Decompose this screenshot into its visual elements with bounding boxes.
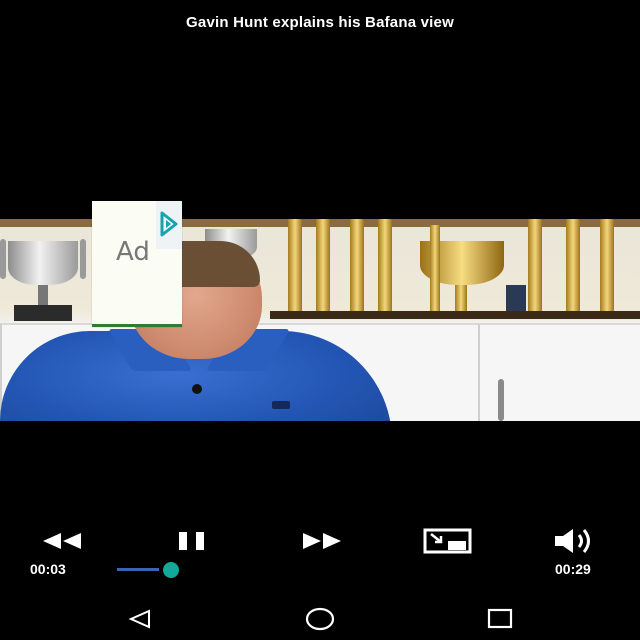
trophy-image (8, 241, 78, 285)
home-icon (305, 607, 335, 631)
rewind-icon (43, 533, 81, 549)
shirt-logo (272, 401, 290, 409)
duration-time: 00:29 (555, 561, 591, 577)
trophy-stem (38, 285, 48, 305)
ad-overlay[interactable]: Ad (92, 201, 182, 327)
gold-trophy (316, 219, 330, 311)
volume-icon (555, 529, 590, 553)
picture-in-picture-icon (423, 528, 472, 554)
fast-forward-icon (303, 533, 341, 549)
pause-icon (179, 532, 204, 550)
gold-trophy (528, 219, 542, 311)
lapel-microphone (192, 384, 202, 394)
ad-choices-icon (160, 211, 178, 237)
trophy-base (14, 305, 72, 321)
gold-trophy (288, 219, 302, 311)
seek-bar-fill (117, 568, 159, 571)
back-icon (128, 609, 150, 629)
ad-choices-button[interactable] (156, 201, 182, 249)
trophy-base (506, 285, 526, 311)
gold-trophy (566, 219, 580, 311)
ad-stripe (92, 324, 182, 327)
seek-bar[interactable] (117, 562, 179, 578)
gold-trophy (350, 219, 364, 311)
nav-home-button[interactable] (305, 606, 335, 632)
gold-trophy (600, 219, 614, 311)
volume-button[interactable] (553, 527, 599, 555)
nav-back-button[interactable] (127, 608, 153, 630)
picture-in-picture-button[interactable] (423, 528, 473, 554)
rewind-button[interactable] (40, 530, 84, 552)
cabinet-handle (498, 379, 504, 421)
trophy-shelf (270, 311, 640, 319)
video-title: Gavin Hunt explains his Bafana view (186, 14, 454, 31)
current-time: 00:03 (30, 561, 66, 577)
ad-label: Ad (116, 237, 150, 267)
gold-trophy (430, 225, 440, 311)
nav-recents-button[interactable] (486, 607, 514, 631)
seek-bar-thumb[interactable] (163, 562, 179, 578)
trophy-handle (80, 239, 86, 279)
fast-forward-button[interactable] (300, 530, 344, 552)
pause-button[interactable] (176, 530, 208, 552)
gold-trophy (378, 219, 392, 311)
recents-icon (487, 608, 513, 629)
gold-trophy (455, 285, 467, 311)
video-player-screen: Gavin Hunt explains his Bafana view Ad 0… (0, 0, 640, 640)
trophy-handle (0, 239, 6, 279)
